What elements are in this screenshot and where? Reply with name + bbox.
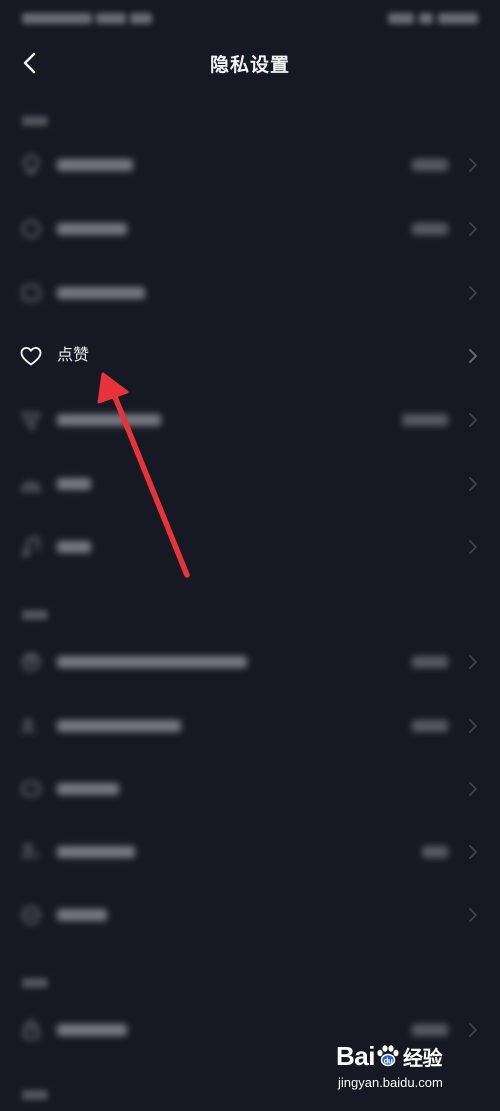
blurred-row-content — [0, 694, 500, 758]
blurred-row-label — [57, 720, 181, 732]
blurred-row-icon — [21, 718, 35, 734]
settings-row-blurred[interactable] — [0, 883, 500, 947]
likes-label: 点赞 — [57, 345, 90, 364]
blurred-row-label — [57, 541, 91, 553]
chevron-right-icon — [469, 719, 478, 733]
settings-row-blurred[interactable] — [0, 630, 500, 694]
chevron-right-icon — [469, 158, 478, 172]
section-header-blurred — [22, 610, 48, 624]
section-header-blurred — [22, 978, 48, 992]
page-title: 隐私设置 — [209, 54, 290, 76]
blurred-row-content — [0, 515, 500, 579]
chevron-right-icon — [469, 1023, 478, 1037]
settings-row-blurred[interactable] — [0, 757, 500, 821]
blurred-row-content — [0, 261, 500, 325]
settings-row-blurred[interactable] — [0, 133, 500, 197]
settings-row-blurred[interactable] — [0, 261, 500, 325]
heart-outline-icon — [20, 346, 42, 366]
blurred-row-icon — [23, 155, 39, 174]
blurred-row-label — [57, 783, 119, 795]
chevron-right-icon — [469, 222, 478, 236]
blurred-row-value — [422, 846, 448, 858]
blurred-row-label — [57, 909, 107, 921]
chevron-right-icon — [469, 413, 478, 427]
blurred-row-value — [412, 656, 448, 668]
status-icons-blurred — [358, 8, 478, 24]
blurred-row-label — [57, 1024, 127, 1036]
watermark-url: jingyan.baidu.com — [338, 1075, 443, 1090]
settings-row-blurred[interactable] — [0, 197, 500, 261]
blurred-row-value — [412, 1024, 448, 1036]
blurred-row-label — [57, 478, 91, 490]
blurred-row-content — [0, 133, 500, 197]
blurred-row-content — [0, 820, 500, 884]
chevron-right-icon — [469, 477, 478, 491]
nav-bar: 隐私设置 — [0, 38, 500, 88]
blurred-row-value — [412, 720, 448, 732]
privacy-settings-screen: 隐私设置 点赞 Bai du 经验 jingyan.baidu.com — [0, 0, 500, 1111]
blurred-row-icon — [22, 906, 40, 924]
settings-row-blurred[interactable] — [0, 515, 500, 579]
watermark-logo: Bai du 经验 — [336, 1041, 442, 1072]
settings-row-blurred[interactable] — [0, 452, 500, 516]
blurred-row-value — [412, 223, 448, 235]
chevron-right-icon — [469, 286, 478, 300]
status-bar — [0, 0, 500, 36]
blurred-row-content — [0, 883, 500, 947]
chevron-right-icon — [469, 349, 477, 363]
section-header-blurred — [22, 1090, 48, 1104]
chevron-right-icon — [469, 908, 478, 922]
blurred-row-icon — [23, 1020, 39, 1039]
blurred-row-content — [0, 452, 500, 516]
blurred-row-content — [0, 197, 500, 261]
blurred-row-value — [402, 414, 448, 426]
blurred-row-icon — [21, 843, 40, 860]
blurred-row-label — [57, 846, 135, 858]
status-carrier-blurred — [22, 8, 182, 24]
settings-row-blurred[interactable] — [0, 694, 500, 758]
chevron-right-icon — [469, 655, 478, 669]
blurred-row-content — [0, 630, 500, 694]
blurred-row-label — [57, 159, 133, 171]
chevron-right-icon — [469, 782, 478, 796]
chevron-right-icon — [469, 845, 478, 859]
settings-row-blurred[interactable] — [0, 388, 500, 452]
blurred-row-icon — [22, 653, 40, 671]
svg-text:du: du — [384, 1057, 393, 1066]
blurred-row-icon — [21, 413, 41, 430]
paw-icon: du — [377, 1045, 399, 1067]
blurred-row-icon — [22, 782, 40, 796]
chevron-right-icon — [469, 540, 478, 554]
watermark-brand-left: Bai — [336, 1041, 375, 1071]
baidu-jingyan-watermark: Bai du 经验 jingyan.baidu.com — [336, 1041, 486, 1099]
blurred-row-content — [0, 388, 500, 452]
section-header-blurred — [22, 116, 48, 130]
blurred-row-icon — [22, 536, 39, 557]
watermark-brand-right: 经验 — [402, 1048, 443, 1070]
blurred-row-label — [57, 287, 145, 299]
blurred-row-label — [57, 656, 247, 668]
blurred-row-icon — [22, 285, 40, 301]
blurred-row-label — [57, 223, 127, 235]
blurred-row-content — [0, 757, 500, 821]
blurred-row-label — [57, 414, 161, 426]
blurred-row-icon — [22, 220, 40, 238]
settings-row-likes[interactable]: 点赞 — [0, 324, 500, 388]
blurred-row-value — [412, 159, 448, 171]
blurred-row-icon — [20, 480, 42, 491]
settings-row-blurred[interactable] — [0, 820, 500, 884]
